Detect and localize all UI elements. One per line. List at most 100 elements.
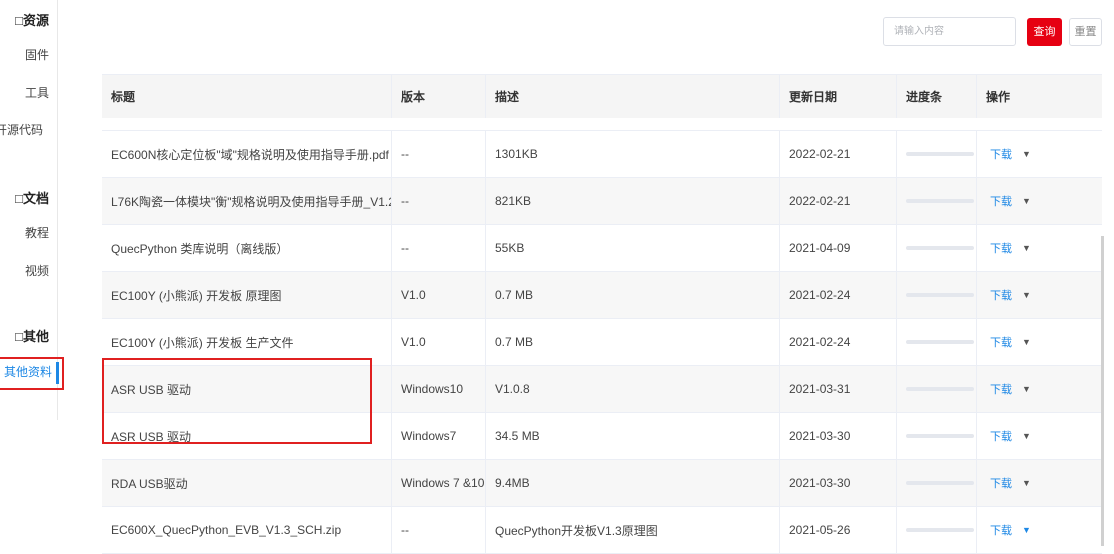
download-link[interactable]: 下载 bbox=[990, 146, 1012, 162]
cell-date: 2021-03-31 bbox=[779, 366, 896, 412]
sidebar-item-firmware[interactable]: 固件 bbox=[25, 46, 49, 63]
column-header-description[interactable]: 描述 bbox=[485, 75, 779, 118]
cell-actions: 下载 ▼ bbox=[976, 366, 1102, 412]
table-row: L76K陶瓷一体模块"衡"规格说明及使用指导手册_V1.2.pdf -- 821… bbox=[102, 178, 1102, 225]
cell-description: V1.0.8 bbox=[485, 366, 779, 412]
cell-actions: 下载 ▼ bbox=[976, 225, 1102, 271]
table-row: EC100Y (小熊派) 开发板 生产文件 V1.0 0.7 MB 2021-0… bbox=[102, 319, 1102, 366]
table-row: ASR USB 驱动 Windows10 V1.0.8 2021-03-31 下… bbox=[102, 366, 1102, 413]
download-link[interactable]: 下载 bbox=[990, 522, 1012, 538]
chevron-down-icon[interactable]: ▼ bbox=[1022, 243, 1031, 253]
cell-date: 2022-02-21 bbox=[779, 131, 896, 177]
cell-version: V1.0 bbox=[391, 272, 485, 318]
vertical-scrollbar[interactable] bbox=[1101, 236, 1104, 546]
download-link[interactable]: 下载 bbox=[990, 381, 1012, 397]
sidebar-section-resources[interactable]: □资源 bbox=[15, 10, 49, 29]
sidebar-item-tutorials[interactable]: 教程 bbox=[25, 224, 49, 241]
cell-title: L76K陶瓷一体模块"衡"规格说明及使用指导手册_V1.2.pdf bbox=[111, 194, 391, 209]
column-header-date[interactable]: 更新日期 bbox=[779, 75, 896, 118]
chevron-down-icon[interactable]: ▼ bbox=[1022, 525, 1031, 535]
table-row: EC100Y (小熊派) 开发板 原理图 V1.0 0.7 MB 2021-02… bbox=[102, 272, 1102, 319]
progress-bar bbox=[906, 152, 974, 156]
cell-date: 2021-03-30 bbox=[779, 460, 896, 506]
sidebar-section-other[interactable]: □其他 bbox=[15, 326, 49, 345]
download-link[interactable]: 下载 bbox=[990, 193, 1012, 209]
cell-description: 1301KB bbox=[485, 131, 779, 177]
sidebar-item-videos[interactable]: 视频 bbox=[25, 262, 49, 279]
cell-date: 2021-02-24 bbox=[779, 272, 896, 318]
sidebar-section-docs[interactable]: □文档 bbox=[15, 188, 49, 207]
cell-version: -- bbox=[391, 507, 485, 553]
cell-title: EC600N核心定位板"域"规格说明及使用指导手册.pdf bbox=[111, 147, 389, 162]
sidebar: □资源 固件 工具 开源代码 □文档 教程 视频 □其他 其他资料 bbox=[0, 0, 59, 420]
column-header-title[interactable]: 标题 bbox=[102, 75, 391, 118]
progress-bar bbox=[906, 387, 974, 391]
progress-bar bbox=[906, 528, 974, 532]
cell-description: 55KB bbox=[485, 225, 779, 271]
reset-button[interactable]: 重置 bbox=[1069, 18, 1102, 46]
cell-actions: 下载 ▼ bbox=[976, 460, 1102, 506]
download-link[interactable]: 下载 bbox=[990, 240, 1012, 256]
cell-version: V1.0 bbox=[391, 319, 485, 365]
download-link[interactable]: 下载 bbox=[990, 287, 1012, 303]
cell-date: 2022-02-21 bbox=[779, 178, 896, 224]
table-header: 标题 版本 描述 更新日期 进度条 操作 bbox=[102, 74, 1102, 118]
cell-progress bbox=[896, 225, 976, 271]
cell-actions: 下载 ▼ bbox=[976, 507, 1102, 553]
cell-version: -- bbox=[391, 131, 485, 177]
table-spacer bbox=[102, 118, 1102, 131]
cell-actions: 下载 ▼ bbox=[976, 272, 1102, 318]
cell-actions: 下载 ▼ bbox=[976, 131, 1102, 177]
search-input[interactable] bbox=[883, 17, 1016, 46]
resource-table: 标题 版本 描述 更新日期 进度条 操作 EC600N核心定位板"域"规格说明及… bbox=[102, 74, 1102, 554]
download-link[interactable]: 下载 bbox=[990, 428, 1012, 444]
cell-progress bbox=[896, 460, 976, 506]
cell-description: 0.7 MB bbox=[485, 272, 779, 318]
sidebar-item-label: 其他资料 bbox=[4, 365, 53, 379]
download-link[interactable]: 下载 bbox=[990, 475, 1012, 491]
cell-progress bbox=[896, 319, 976, 365]
cell-date: 2021-04-09 bbox=[779, 225, 896, 271]
table-row: ASR USB 驱动 Windows7 34.5 MB 2021-03-30 下… bbox=[102, 413, 1102, 460]
cell-date: 2021-03-30 bbox=[779, 413, 896, 459]
progress-bar bbox=[906, 199, 974, 203]
cell-title: ASR USB 驱动 bbox=[111, 382, 192, 397]
chevron-down-icon[interactable]: ▼ bbox=[1022, 196, 1031, 206]
cell-title: EC100Y (小熊派) 开发板 原理图 bbox=[111, 288, 282, 303]
chevron-down-icon[interactable]: ▼ bbox=[1022, 431, 1031, 441]
cell-actions: 下载 ▼ bbox=[976, 178, 1102, 224]
table-row: QuecPython 类库说明（离线版） -- 55KB 2021-04-09 … bbox=[102, 225, 1102, 272]
chevron-down-icon[interactable]: ▼ bbox=[1022, 290, 1031, 300]
cell-version: Windows 7 &10 bbox=[391, 460, 485, 506]
download-link[interactable]: 下载 bbox=[990, 334, 1012, 350]
cell-progress bbox=[896, 272, 976, 318]
chevron-down-icon[interactable]: ▼ bbox=[1022, 478, 1031, 488]
search-button[interactable]: 查询 bbox=[1027, 18, 1062, 46]
cell-version: -- bbox=[391, 178, 485, 224]
table-row: EC600X_QuecPython_EVB_V1.3_SCH.zip -- Qu… bbox=[102, 507, 1102, 554]
cell-version: -- bbox=[391, 225, 485, 271]
chevron-down-icon[interactable]: ▼ bbox=[1022, 149, 1031, 159]
active-indicator bbox=[56, 362, 59, 384]
column-header-progress[interactable]: 进度条 bbox=[896, 75, 976, 118]
column-header-version[interactable]: 版本 bbox=[391, 75, 485, 118]
sidebar-item-open-source[interactable]: 开源代码 bbox=[0, 121, 43, 138]
progress-bar bbox=[906, 293, 974, 297]
cell-title: QuecPython 类库说明（离线版） bbox=[111, 241, 289, 256]
cell-date: 2021-02-24 bbox=[779, 319, 896, 365]
cell-version: Windows7 bbox=[391, 413, 485, 459]
progress-bar bbox=[906, 246, 974, 250]
cell-progress bbox=[896, 178, 976, 224]
progress-bar bbox=[906, 481, 974, 485]
cell-progress bbox=[896, 131, 976, 177]
cell-actions: 下载 ▼ bbox=[976, 319, 1102, 365]
table-row: RDA USB驱动 Windows 7 &10 9.4MB 2021-03-30… bbox=[102, 460, 1102, 507]
cell-description: QuecPython开发板V1.3原理图 bbox=[485, 507, 779, 553]
sidebar-item-tools[interactable]: 工具 bbox=[25, 84, 49, 101]
chevron-down-icon[interactable]: ▼ bbox=[1022, 337, 1031, 347]
cell-actions: 下载 ▼ bbox=[976, 413, 1102, 459]
cell-description: 0.7 MB bbox=[485, 319, 779, 365]
sidebar-item-other-materials[interactable]: 其他资料 bbox=[0, 358, 59, 387]
chevron-down-icon[interactable]: ▼ bbox=[1022, 384, 1031, 394]
cell-progress bbox=[896, 507, 976, 553]
